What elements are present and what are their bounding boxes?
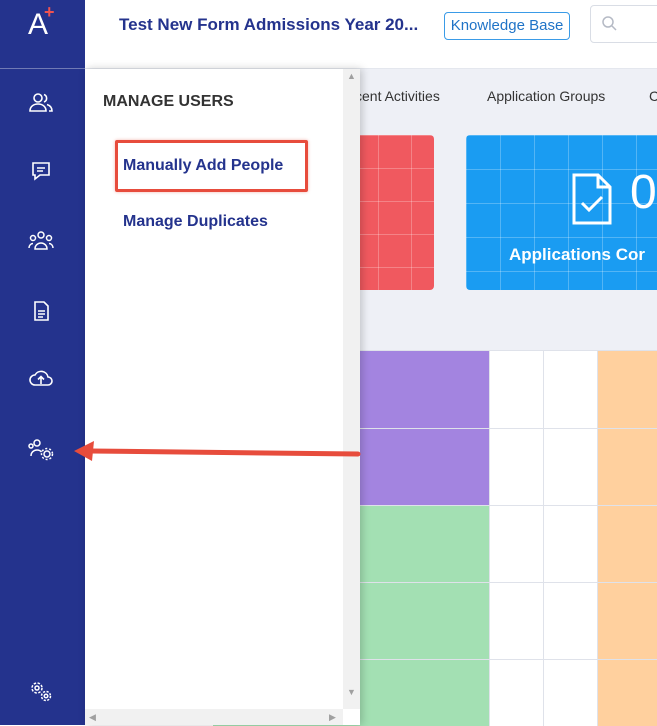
grid-line — [597, 351, 598, 726]
tab-recent-activities[interactable]: cent Activities — [355, 88, 440, 104]
app-logo[interactable]: A + — [28, 2, 60, 41]
grid-line — [543, 351, 544, 726]
document-check-icon — [572, 173, 612, 225]
card-grid — [466, 135, 657, 290]
vertical-scrollbar[interactable]: ▲ ▼ — [343, 69, 360, 709]
groups-icon[interactable] — [27, 227, 55, 255]
stat-card-applications[interactable]: 0 Applications Cor — [466, 135, 657, 290]
scroll-left-icon[interactable]: ◀ — [89, 712, 96, 723]
sidebar: A + — [0, 0, 85, 725]
top-bar: Test New Form Admissions Year 20... Know… — [85, 0, 657, 69]
menu-title: MANAGE USERS — [103, 93, 234, 110]
document-icon[interactable] — [27, 297, 55, 325]
scroll-up-icon[interactable]: ▲ — [347, 71, 356, 81]
search-input[interactable] — [590, 5, 657, 43]
form-title[interactable]: Test New Form Admissions Year 20... — [119, 15, 418, 35]
calendar-block-orange[interactable] — [597, 351, 657, 726]
manage-users-icon[interactable] — [27, 435, 55, 463]
tab-application-groups[interactable]: Application Groups — [487, 88, 605, 104]
scroll-right-icon[interactable]: ▶ — [329, 712, 336, 723]
chat-icon[interactable] — [27, 157, 55, 185]
horizontal-scrollbar[interactable]: ◀ ▶ — [85, 709, 343, 725]
tab-more[interactable]: C — [649, 88, 657, 104]
logo-plus: + — [44, 2, 55, 22]
people-icon[interactable] — [27, 89, 55, 117]
annotation-arrow — [74, 441, 361, 461]
scroll-down-icon[interactable]: ▼ — [347, 687, 356, 697]
card-count: 0 — [630, 166, 657, 219]
card-label: Applications Cor — [509, 245, 646, 264]
knowledge-base-button[interactable]: Knowledge Base — [444, 12, 570, 40]
cloud-upload-icon[interactable] — [27, 365, 55, 393]
settings-icon[interactable] — [27, 678, 55, 706]
sidebar-divider — [0, 68, 85, 69]
grid-line — [489, 351, 490, 726]
menu-item-manage-duplicates[interactable]: Manage Duplicates — [123, 213, 268, 231]
search-icon — [602, 16, 617, 31]
highlight-box — [115, 140, 308, 192]
